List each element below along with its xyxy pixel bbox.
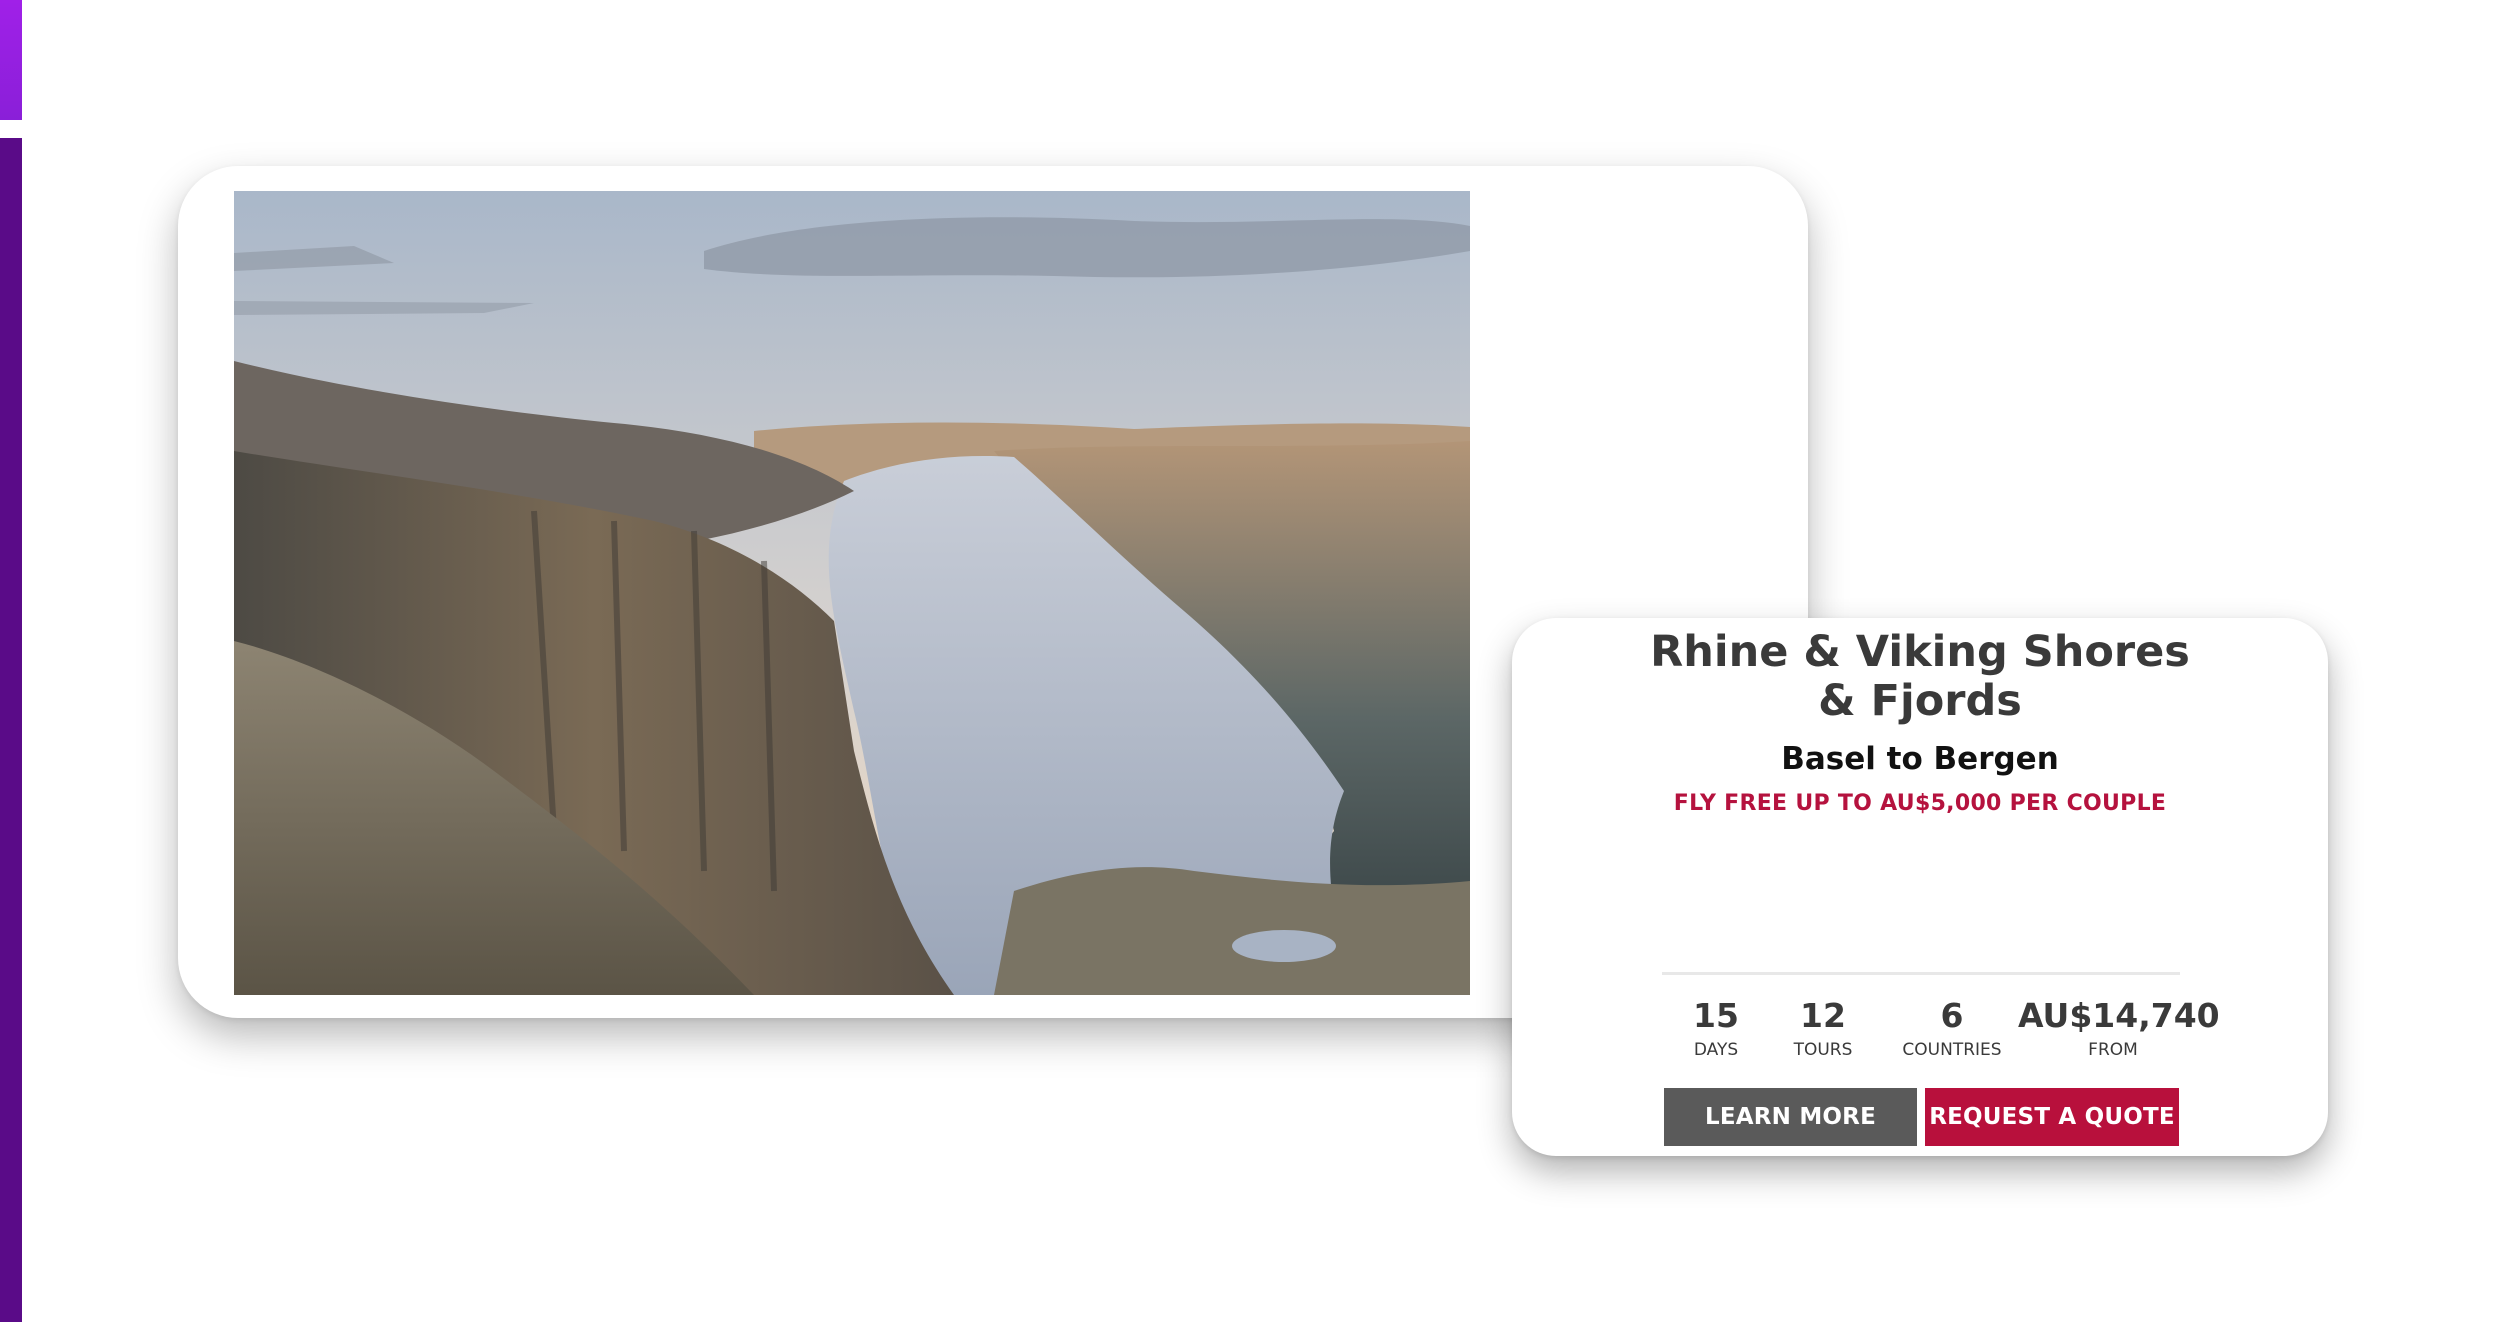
stat-price-label: FROM: [2088, 1040, 2138, 1060]
stat-days: 15 DAYS: [1680, 996, 1752, 1062]
fjord-photo: [234, 191, 1470, 995]
stat-price-value: AU$14,740: [2018, 996, 2220, 1035]
stat-price: AU$14,740 FROM: [2018, 996, 2220, 1062]
stat-countries-value: 6: [1940, 996, 1964, 1035]
promo-offer: FLY FREE UP TO AU$5,000 PER COUPLE: [1673, 791, 2167, 816]
stat-days-label: DAYS: [1693, 1040, 1739, 1060]
stat-tours: 12 TOURS: [1778, 996, 1868, 1062]
stat-days-value: 15: [1693, 996, 1739, 1035]
stat-countries-label: COUNTRIES: [1902, 1040, 2002, 1060]
tour-info-card: Rhine & Viking Shores & Fjords Basel to …: [1512, 618, 2328, 1156]
tour-title: Rhine & Viking Shores & Fjords: [1650, 627, 2190, 726]
stat-countries: 6 COUNTRIES: [1892, 996, 2012, 1062]
accent-bar-top: [0, 0, 22, 120]
stat-tours-label: TOURS: [1793, 1040, 1853, 1060]
stat-tours-value: 12: [1800, 996, 1846, 1035]
tour-route: Basel to Bergen: [1781, 741, 2059, 777]
request-quote-button[interactable]: REQUEST A QUOTE: [1925, 1088, 2179, 1146]
divider: [1662, 972, 2180, 975]
accent-bar-side: [0, 138, 22, 1322]
learn-more-button[interactable]: LEARN MORE: [1664, 1088, 1917, 1146]
